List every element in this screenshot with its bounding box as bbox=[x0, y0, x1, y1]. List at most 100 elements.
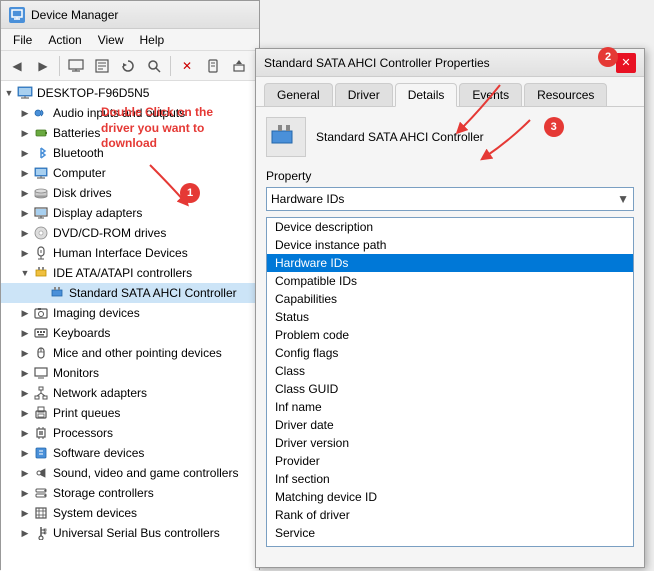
refresh-btn[interactable] bbox=[116, 54, 140, 78]
tree-item-display[interactable]: ▶ Display adapters bbox=[1, 203, 259, 223]
property-list-item[interactable]: Hardware IDs bbox=[267, 254, 633, 272]
property-list[interactable]: Device descriptionDevice instance pathHa… bbox=[266, 217, 634, 547]
property-list-item[interactable]: Status bbox=[267, 308, 633, 326]
property-list-item[interactable]: Device instance path bbox=[267, 236, 633, 254]
property-list-item[interactable]: Capabilities bbox=[267, 290, 633, 308]
tab-details[interactable]: Details bbox=[395, 83, 458, 107]
property-list-item[interactable]: Driver date bbox=[267, 416, 633, 434]
sound-expand-icon[interactable]: ▶ bbox=[17, 463, 33, 483]
app-icon bbox=[9, 7, 25, 23]
hid-label: Human Interface Devices bbox=[53, 246, 188, 260]
property-list-item[interactable]: Class bbox=[267, 362, 633, 380]
monitors-expand-icon[interactable]: ▶ bbox=[17, 363, 33, 383]
dialog-close-button[interactable]: ✕ bbox=[616, 53, 636, 73]
disk-expand-icon[interactable]: ▶ bbox=[17, 183, 33, 203]
imaging-expand-icon[interactable]: ▶ bbox=[17, 303, 33, 323]
menu-file[interactable]: File bbox=[5, 31, 40, 49]
keyboards-expand-icon[interactable]: ▶ bbox=[17, 323, 33, 343]
tree-item-print[interactable]: ▶ Print queues bbox=[1, 403, 259, 423]
dvd-label: DVD/CD-ROM drives bbox=[53, 226, 166, 240]
print-expand-icon[interactable]: ▶ bbox=[17, 403, 33, 423]
storage-expand-icon[interactable]: ▶ bbox=[17, 483, 33, 503]
mice-expand-icon[interactable]: ▶ bbox=[17, 343, 33, 363]
tree-item-sata[interactable]: Standard SATA AHCI Controller bbox=[1, 283, 259, 303]
software-expand-icon[interactable]: ▶ bbox=[17, 443, 33, 463]
tree-item-ide[interactable]: ▼ IDE ATA/ATAPI controllers bbox=[1, 263, 259, 283]
tree-item-hid[interactable]: ▶ Human Interface Devices bbox=[1, 243, 259, 263]
menu-action[interactable]: Action bbox=[40, 31, 89, 49]
property-list-item[interactable]: Compatible IDs bbox=[267, 272, 633, 290]
bluetooth-expand-icon[interactable]: ▶ bbox=[17, 143, 33, 163]
tree-item-processors[interactable]: ▶ Processors bbox=[1, 423, 259, 443]
property-list-item[interactable]: Inf name bbox=[267, 398, 633, 416]
imaging-icon bbox=[33, 305, 49, 321]
back-btn[interactable]: ◀ bbox=[5, 54, 29, 78]
property-list-item[interactable]: Config flags bbox=[267, 344, 633, 362]
property-list-item[interactable]: Device description bbox=[267, 218, 633, 236]
menu-view[interactable]: View bbox=[90, 31, 132, 49]
tree-item-disk[interactable]: ▶ Disk drives bbox=[1, 183, 259, 203]
property-list-item[interactable]: Inf section bbox=[267, 470, 633, 488]
ide-label: IDE ATA/ATAPI controllers bbox=[53, 266, 192, 280]
tab-resources[interactable]: Resources bbox=[524, 83, 607, 106]
scan-btn[interactable] bbox=[142, 54, 166, 78]
bluetooth-icon bbox=[33, 145, 49, 161]
dvd-expand-icon[interactable]: ▶ bbox=[17, 223, 33, 243]
monitors-label: Monitors bbox=[53, 366, 99, 380]
batteries-icon bbox=[33, 125, 49, 141]
tab-general[interactable]: General bbox=[264, 83, 333, 106]
software-label: Software devices bbox=[53, 446, 144, 460]
tree-item-keyboards[interactable]: ▶ Keyboards bbox=[1, 323, 259, 343]
tree-item-software[interactable]: ▶ Software devices bbox=[1, 443, 259, 463]
dropdown-arrow-icon: ▼ bbox=[617, 192, 629, 206]
processors-expand-icon[interactable]: ▶ bbox=[17, 423, 33, 443]
tree-item-system[interactable]: ▶ System devices bbox=[1, 503, 259, 523]
property-list-item[interactable]: Address bbox=[267, 542, 633, 547]
network-icon bbox=[33, 385, 49, 401]
system-expand-icon[interactable]: ▶ bbox=[17, 503, 33, 523]
root-label: DESKTOP-F96D5N5 bbox=[37, 86, 149, 100]
property-list-item[interactable]: Matching device ID bbox=[267, 488, 633, 506]
processors-icon bbox=[33, 425, 49, 441]
update-btn[interactable] bbox=[227, 54, 251, 78]
computer-btn[interactable] bbox=[64, 54, 88, 78]
property-list-item[interactable]: Driver version bbox=[267, 434, 633, 452]
property-list-item[interactable]: Problem code bbox=[267, 326, 633, 344]
bluetooth-label: Bluetooth bbox=[53, 146, 104, 160]
forward-btn[interactable]: ▶ bbox=[31, 54, 55, 78]
tree-item-usb[interactable]: ▶ Universal Serial Bus controllers bbox=[1, 523, 259, 543]
hid-expand-icon[interactable]: ▶ bbox=[17, 243, 33, 263]
audio-expand-icon[interactable]: ▶ bbox=[17, 103, 33, 123]
root-expand-icon[interactable]: ▼ bbox=[1, 83, 17, 103]
tree-root[interactable]: ▼ DESKTOP-F96D5N5 bbox=[1, 83, 259, 103]
tree-item-computer[interactable]: ▶ Computer bbox=[1, 163, 259, 183]
properties-dialog: Standard SATA AHCI Controller Properties… bbox=[255, 48, 645, 568]
tab-driver[interactable]: Driver bbox=[335, 83, 393, 106]
computer-expand-icon[interactable]: ▶ bbox=[17, 163, 33, 183]
property-list-item[interactable]: Class GUID bbox=[267, 380, 633, 398]
tree-item-sound[interactable]: ▶ Sound, video and game controllers bbox=[1, 463, 259, 483]
menu-help[interactable]: Help bbox=[132, 31, 173, 49]
property-list-item[interactable]: Provider bbox=[267, 452, 633, 470]
tree-item-network[interactable]: ▶ Network adapters bbox=[1, 383, 259, 403]
remove-btn[interactable]: ✕ bbox=[175, 54, 199, 78]
storage-icon bbox=[33, 485, 49, 501]
disk-label: Disk drives bbox=[53, 186, 112, 200]
tree-item-monitors[interactable]: ▶ Monitors bbox=[1, 363, 259, 383]
network-expand-icon[interactable]: ▶ bbox=[17, 383, 33, 403]
tab-events[interactable]: Events bbox=[459, 83, 522, 106]
property-dropdown[interactable]: Hardware IDs ▼ bbox=[266, 187, 634, 211]
tree-item-storage[interactable]: ▶ Storage controllers bbox=[1, 483, 259, 503]
tree-item-mice[interactable]: ▶ Mice and other pointing devices bbox=[1, 343, 259, 363]
display-expand-icon[interactable]: ▶ bbox=[17, 203, 33, 223]
property-list-item[interactable]: Service bbox=[267, 524, 633, 542]
toolbar-sep-2 bbox=[170, 56, 171, 76]
properties-btn[interactable] bbox=[90, 54, 114, 78]
batteries-expand-icon[interactable]: ▶ bbox=[17, 123, 33, 143]
ide-expand-icon[interactable]: ▼ bbox=[17, 263, 33, 283]
property-list-item[interactable]: Rank of driver bbox=[267, 506, 633, 524]
driver-btn[interactable] bbox=[201, 54, 225, 78]
usb-expand-icon[interactable]: ▶ bbox=[17, 523, 33, 543]
tree-item-imaging[interactable]: ▶ Imaging devices bbox=[1, 303, 259, 323]
tree-item-dvd[interactable]: ▶ DVD/CD-ROM drives bbox=[1, 223, 259, 243]
